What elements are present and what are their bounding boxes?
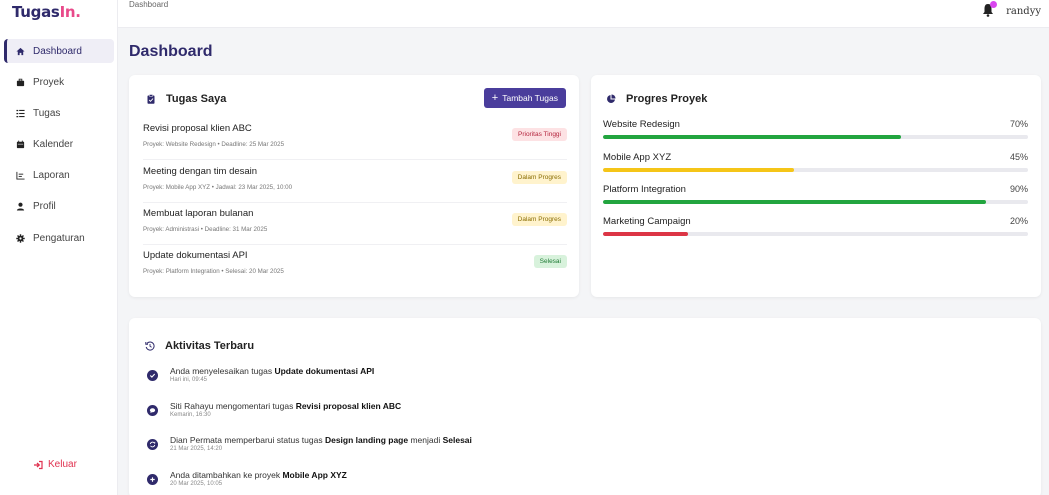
task-title: Membuat laporan bulanan bbox=[143, 208, 254, 219]
sidebar-nav: Dashboard Proyek Tugas Kalender Laporan … bbox=[4, 39, 114, 257]
comment-icon bbox=[147, 405, 158, 416]
task-item[interactable]: Revisi proposal klien ABC Proyek: Websit… bbox=[143, 123, 567, 160]
project-name: Platform Integration bbox=[603, 184, 686, 195]
progress-header: Progres Proyek bbox=[605, 93, 707, 105]
sidebar-item-tugas[interactable]: Tugas bbox=[4, 101, 114, 125]
list-icon bbox=[14, 107, 26, 119]
task-item[interactable]: Update dokumentasi API Proyek: Platform … bbox=[143, 250, 567, 287]
tasks-title: Tugas Saya bbox=[166, 93, 227, 105]
status-badge: Dalam Progres bbox=[511, 171, 567, 184]
recent-activity-card: Aktivitas Terbaru Anda menyelesaikan tug… bbox=[129, 318, 1041, 495]
sidebar-item-label: Dashboard bbox=[33, 45, 82, 57]
progress-fill bbox=[603, 200, 986, 204]
activity-time: 21 Mar 2025, 14:20 bbox=[170, 446, 223, 452]
status-badge: Dalam Progres bbox=[511, 213, 567, 226]
sidebar-item-label: Pengaturan bbox=[33, 232, 85, 244]
activity-time: Kemarin, 16:30 bbox=[170, 412, 211, 418]
activity-text: Anda menyelesaikan tugas Update dokument… bbox=[170, 366, 375, 376]
bell-icon[interactable] bbox=[982, 1, 998, 19]
activity-item: Anda menyelesaikan tugas Update dokument… bbox=[147, 365, 374, 383]
history-icon bbox=[144, 340, 156, 352]
project-name: Website Redesign bbox=[603, 119, 680, 130]
sidebar-item-kalender[interactable]: Kalender bbox=[4, 133, 114, 157]
sidebar-item-laporan[interactable]: Laporan bbox=[4, 164, 114, 188]
briefcase-icon bbox=[14, 76, 26, 88]
sidebar-item-proyek[interactable]: Proyek bbox=[4, 70, 114, 94]
progress-title: Progres Proyek bbox=[626, 93, 708, 105]
status-badge: Prioritas Tinggi bbox=[512, 128, 567, 141]
chart-icon bbox=[14, 170, 26, 182]
task-title: Revisi proposal klien ABC bbox=[143, 123, 252, 134]
sidebar: TugasIn. Dashboard Proyek Tugas Kalender… bbox=[0, 0, 118, 495]
progress-track bbox=[603, 232, 1028, 236]
app-logo[interactable]: TugasIn. bbox=[12, 3, 81, 21]
task-item[interactable]: Membuat laporan bulanan Proyek: Administ… bbox=[143, 208, 567, 245]
project-percent: 45% bbox=[1009, 152, 1028, 162]
logout-icon bbox=[34, 460, 43, 469]
activity-item: Siti Rahayu mengomentari tugas Revisi pr… bbox=[147, 400, 401, 418]
notification-dot bbox=[990, 1, 998, 8]
check-icon bbox=[147, 370, 158, 381]
add-task-button[interactable]: + Tambah Tugas bbox=[483, 88, 566, 108]
sidebar-item-label: Profil bbox=[33, 201, 56, 213]
activity-item: Dian Permata memperbarui status tugas De… bbox=[147, 434, 472, 452]
progress-fill bbox=[603, 232, 688, 236]
progress-track bbox=[603, 200, 1028, 204]
activity-text: Anda ditambahkan ke proyek Mobile App XY… bbox=[170, 470, 347, 480]
pie-chart-icon bbox=[605, 93, 617, 105]
task-title: Update dokumentasi API bbox=[143, 250, 248, 261]
project-name: Marketing Campaign bbox=[603, 216, 691, 227]
sidebar-item-dashboard[interactable]: Dashboard bbox=[4, 39, 114, 63]
activity-text: Siti Rahayu mengomentari tugas Revisi pr… bbox=[170, 401, 402, 411]
sidebar-item-label: Laporan bbox=[33, 170, 70, 182]
sidebar-item-profil[interactable]: Profil bbox=[4, 195, 114, 219]
project-percent: 70% bbox=[1009, 119, 1028, 129]
status-badge: Selesai bbox=[533, 255, 567, 268]
clipboard-icon bbox=[145, 93, 157, 105]
plus-icon: + bbox=[491, 92, 499, 104]
activity-title: Aktivitas Terbaru bbox=[165, 340, 255, 352]
activity-time: 20 Mar 2025, 10:05 bbox=[170, 481, 223, 487]
sidebar-item-label: Tugas bbox=[33, 107, 61, 119]
activity-time: Hari ini, 09:45 bbox=[170, 377, 208, 383]
calendar-icon bbox=[14, 139, 26, 151]
project-percent: 90% bbox=[1009, 184, 1028, 194]
username: randyy bbox=[1006, 5, 1041, 17]
add-task-label: Tambah Tugas bbox=[502, 93, 558, 103]
task-meta: Proyek: Platform Integration • Selesai: … bbox=[143, 268, 284, 275]
task-meta: Proyek: Website Redesign • Deadline: 25 … bbox=[143, 141, 285, 148]
progress-fill bbox=[603, 135, 901, 139]
project-progress-card: Progres Proyek Website Redesign 70% Mobi… bbox=[591, 75, 1041, 297]
user-icon bbox=[14, 201, 26, 213]
sidebar-item-pengaturan[interactable]: Pengaturan bbox=[4, 226, 114, 250]
logout-label: Keluar bbox=[48, 459, 77, 470]
page-title: Dashboard bbox=[129, 43, 213, 60]
gear-icon bbox=[14, 232, 26, 244]
task-title: Meeting dengan tim desain bbox=[143, 166, 258, 177]
plus-icon bbox=[147, 474, 158, 485]
project-percent: 20% bbox=[1009, 216, 1028, 226]
progress-track bbox=[603, 135, 1028, 139]
sidebar-item-label: Kalender bbox=[33, 139, 74, 151]
activity-item: Anda ditambahkan ke proyek Mobile App XY… bbox=[147, 469, 347, 487]
sync-icon bbox=[147, 439, 158, 450]
task-meta: Proyek: Administrasi • Deadline: 31 Mar … bbox=[143, 226, 268, 233]
user-menu[interactable]: randyy bbox=[982, 1, 1041, 19]
progress-track bbox=[603, 168, 1028, 172]
sidebar-item-label: Proyek bbox=[33, 76, 65, 88]
activity-text: Dian Permata memperbarui status tugas De… bbox=[170, 435, 472, 445]
activity-header: Aktivitas Terbaru bbox=[144, 340, 254, 352]
breadcrumb: Dashboard bbox=[129, 0, 169, 9]
task-meta: Proyek: Mobile App XYZ • Jadwal: 23 Mar … bbox=[143, 184, 293, 191]
progress-fill bbox=[603, 168, 795, 172]
topbar: Dashboard randyy bbox=[118, 0, 1049, 28]
tasks-card: Tugas Saya + Tambah Tugas Revisi proposal… bbox=[129, 75, 579, 297]
logout-button[interactable]: Keluar bbox=[33, 459, 77, 470]
tasks-header: Tugas Saya bbox=[145, 93, 226, 105]
home-icon bbox=[14, 45, 26, 57]
task-item[interactable]: Meeting dengan tim desain Proyek: Mobile… bbox=[143, 166, 567, 203]
project-name: Mobile App XYZ bbox=[603, 152, 672, 163]
